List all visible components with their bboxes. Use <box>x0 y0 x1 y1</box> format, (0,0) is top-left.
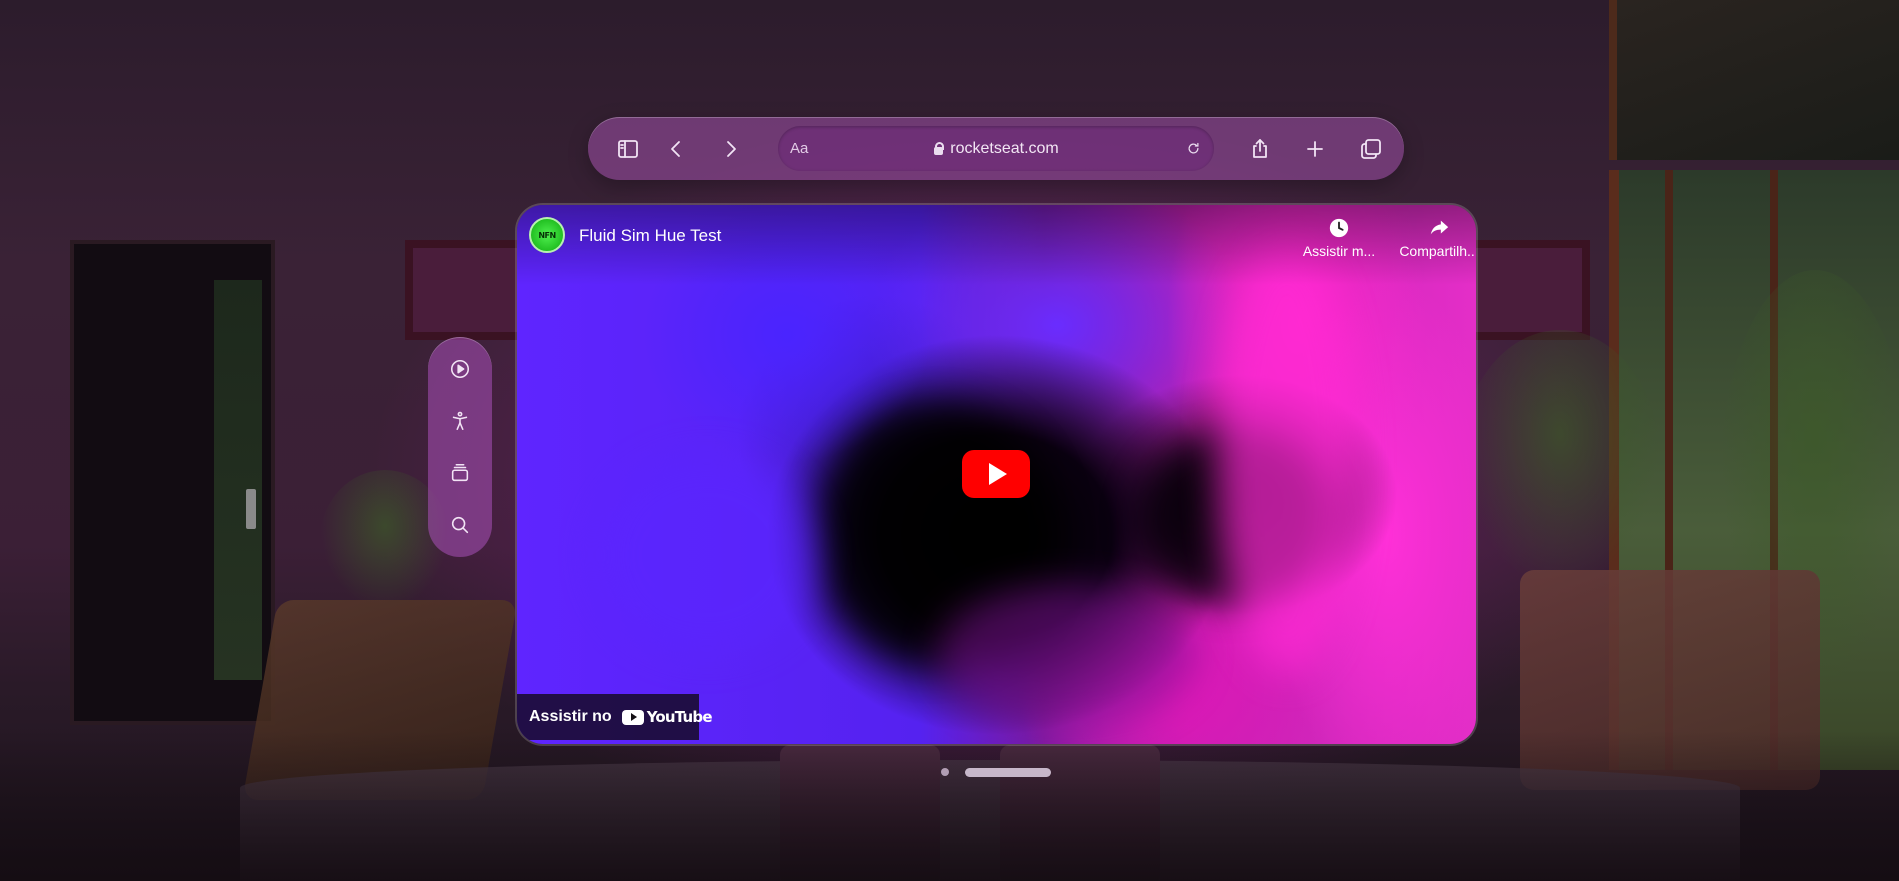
side-ornament <box>428 337 492 557</box>
share-video-button[interactable]: Compartilh... <box>1394 217 1476 259</box>
accessibility-icon[interactable] <box>440 401 480 441</box>
window-top <box>1609 0 1899 160</box>
plant <box>1460 330 1660 590</box>
youtube-logo-icon <box>621 709 644 725</box>
channel-avatar-text: NFN <box>538 230 556 240</box>
youtube-embed[interactable]: NFN Fluid Sim Hue Test Assistir m... Com… <box>517 205 1476 744</box>
chevron-right-icon[interactable] <box>711 129 751 169</box>
clock-icon <box>1329 218 1349 238</box>
search-icon[interactable] <box>440 505 480 545</box>
window-close-dot[interactable] <box>941 768 949 776</box>
address-bar[interactable]: Aa rocketseat.com <box>778 126 1214 171</box>
watch-later-label: Assistir m... <box>1302 243 1376 259</box>
browser-toolbar: Aa rocketseat.com <box>588 117 1404 180</box>
fluid-shape <box>597 455 817 655</box>
youtube-logo-text: YouTube <box>646 708 713 726</box>
door <box>70 240 275 725</box>
plus-icon[interactable] <box>1295 129 1335 169</box>
fluid-shape <box>1217 245 1357 675</box>
lock-icon <box>933 142 945 155</box>
share-arrow-icon <box>1430 220 1449 235</box>
url-text: rocketseat.com <box>950 139 1059 157</box>
floor <box>0 731 1899 881</box>
channel-avatar[interactable]: NFN <box>529 217 565 253</box>
play-icon[interactable] <box>962 450 1030 498</box>
window-grabber-bar[interactable] <box>965 768 1051 777</box>
fluid-shape <box>937 585 1197 725</box>
play-circle-icon[interactable] <box>440 349 480 389</box>
watch-on-label: Assistir no <box>529 708 612 725</box>
share-video-label: Compartilh... <box>1399 243 1476 259</box>
door-handle <box>246 489 256 529</box>
video-title[interactable]: Fluid Sim Hue Test <box>579 226 721 246</box>
share-icon[interactable] <box>1240 129 1280 169</box>
chevron-left-icon[interactable] <box>656 129 696 169</box>
stack-icon[interactable] <box>440 453 480 493</box>
watch-later-button[interactable]: Assistir m... <box>1294 217 1384 259</box>
youtube-logo: YouTube <box>621 708 713 726</box>
tabs-overview-icon[interactable] <box>1351 129 1391 169</box>
reload-icon[interactable] <box>1182 137 1204 159</box>
sidebar-icon[interactable] <box>608 129 648 169</box>
watch-on-youtube-button[interactable]: Assistir no YouTube <box>517 694 713 740</box>
url-display[interactable]: rocketseat.com <box>778 140 1214 158</box>
door-glass <box>214 280 262 680</box>
